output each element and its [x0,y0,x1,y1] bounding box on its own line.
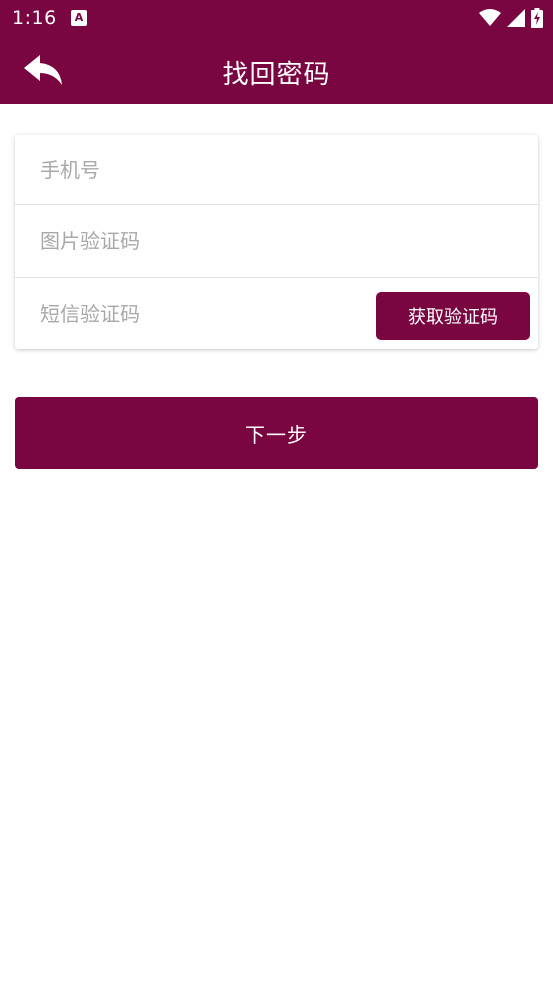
next-step-button[interactable]: 下一步 [15,397,538,469]
page-title: 找回密码 [222,60,331,90]
app-bar: 找回密码 [0,36,553,104]
battery-charging-icon [531,8,543,28]
app-notification-icon: A [71,10,87,26]
phone-row [15,135,538,205]
status-bar: 1:16 A [0,0,553,36]
image-code-input[interactable] [40,205,520,277]
image-code-row [15,205,538,278]
signal-icon [507,9,525,27]
status-time: 1:16 [12,7,57,29]
wifi-icon [479,9,501,26]
reset-form-card: 获取验证码 [15,135,538,349]
sms-code-row: 获取验证码 [15,278,538,349]
status-icons [479,8,543,28]
phone-input[interactable] [40,135,520,204]
get-code-button[interactable]: 获取验证码 [376,292,530,340]
sms-code-input[interactable] [40,278,370,349]
